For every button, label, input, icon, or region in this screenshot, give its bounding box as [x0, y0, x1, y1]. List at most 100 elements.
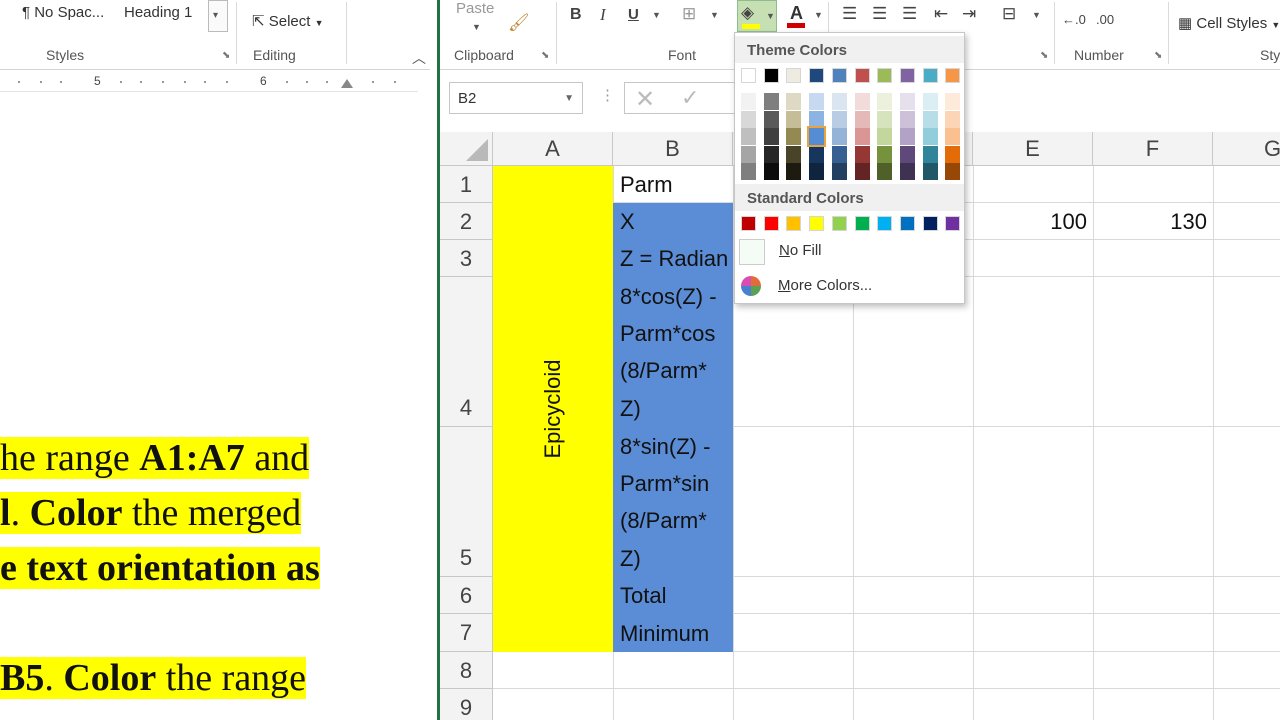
color-swatch[interactable]	[809, 93, 825, 110]
color-swatch[interactable]	[741, 145, 756, 163]
color-swatch[interactable]	[877, 145, 893, 163]
color-swatch[interactable]	[854, 68, 870, 83]
cell-b4-line[interactable]: 8*cos(Z) -	[620, 278, 717, 315]
cell-styles-button[interactable]: ▦ Cell Styles ▼	[1178, 14, 1280, 32]
color-swatch[interactable]	[741, 93, 756, 110]
color-swatch[interactable]	[786, 145, 802, 163]
standard-color-swatch[interactable]	[945, 216, 961, 231]
color-wheel-icon[interactable]	[741, 276, 761, 296]
row-header-4[interactable]: 4	[440, 277, 493, 427]
merge-center-icon[interactable]: ⊟	[1002, 4, 1016, 24]
cell-e2[interactable]: 100	[973, 203, 1087, 240]
chevron-down-icon[interactable]: ▼	[652, 10, 661, 20]
color-swatch[interactable]	[877, 128, 893, 145]
align-right-icon[interactable]: ☰	[902, 4, 917, 24]
color-swatch[interactable]	[786, 68, 802, 83]
cell-b4-line[interactable]: (8/Parm*	[620, 352, 707, 389]
name-box[interactable]: B2 ▼	[449, 82, 583, 114]
color-swatch[interactable]	[854, 110, 870, 128]
standard-color-swatch[interactable]	[831, 216, 847, 231]
style-no-spacing[interactable]: ¶ No Spac...	[22, 4, 104, 21]
right-indent-marker[interactable]	[341, 79, 353, 88]
color-swatch[interactable]	[877, 110, 893, 128]
cell-f2[interactable]: 130	[1093, 203, 1207, 240]
color-swatch[interactable]	[854, 128, 870, 145]
color-swatch[interactable]	[786, 163, 802, 180]
italic-icon[interactable]: I	[600, 5, 606, 25]
color-swatch[interactable]	[922, 163, 938, 180]
row-header-5[interactable]: 5	[440, 427, 493, 577]
decrease-indent-icon[interactable]: ⇤	[934, 4, 948, 24]
color-swatch[interactable]	[854, 163, 870, 180]
color-swatch[interactable]	[899, 93, 915, 110]
color-swatch[interactable]	[854, 145, 870, 163]
color-swatch[interactable]	[741, 163, 756, 180]
color-swatch[interactable]	[763, 68, 779, 83]
collapse-ribbon-icon[interactable]: ︿	[412, 48, 426, 68]
select-button[interactable]: ⇱ Select ▼	[252, 12, 324, 30]
color-swatch[interactable]	[922, 110, 938, 128]
color-swatch[interactable]	[831, 93, 847, 110]
color-swatch[interactable]	[899, 110, 915, 128]
standard-color-swatch[interactable]	[854, 216, 870, 231]
cell-b5-line[interactable]: 8*sin(Z) -	[620, 428, 710, 465]
standard-color-swatch[interactable]	[877, 216, 893, 231]
cell-b5-line[interactable]: Z)	[620, 540, 641, 577]
color-swatch[interactable]	[786, 110, 802, 128]
color-swatch[interactable]	[741, 68, 756, 83]
color-swatch[interactable]	[763, 163, 779, 180]
column-header-b[interactable]: B	[613, 132, 733, 166]
column-header-a[interactable]: A	[493, 132, 613, 166]
increase-decimal-icon[interactable]: ←.0	[1062, 10, 1086, 30]
color-swatch[interactable]	[831, 163, 847, 180]
enter-icon[interactable]: ✓	[681, 85, 699, 111]
color-swatch[interactable]	[922, 145, 938, 163]
color-swatch[interactable]	[786, 93, 802, 110]
color-swatch[interactable]	[831, 128, 847, 145]
color-swatch[interactable]	[899, 145, 915, 163]
select-all-corner[interactable]	[440, 132, 493, 166]
color-swatch[interactable]	[809, 163, 825, 180]
color-swatch[interactable]	[786, 128, 802, 145]
increase-indent-icon[interactable]: ⇥	[962, 4, 976, 24]
chevron-down-icon[interactable]: ▼	[710, 10, 719, 20]
color-swatch[interactable]	[945, 93, 961, 110]
row-header-1[interactable]: 1	[440, 166, 493, 203]
color-swatch[interactable]	[854, 93, 870, 110]
cancel-icon[interactable]: ✕	[635, 85, 655, 114]
color-swatch[interactable]	[899, 128, 915, 145]
bold-icon[interactable]: B	[570, 5, 582, 25]
color-swatch[interactable]	[831, 145, 847, 163]
more-colors-option[interactable]: More Colors...	[778, 277, 872, 294]
color-swatch[interactable]	[877, 163, 893, 180]
no-fill-option[interactable]: No Fill	[779, 242, 822, 259]
align-center-icon[interactable]: ☰	[872, 4, 887, 24]
style-heading-1[interactable]: Heading 1	[124, 4, 192, 21]
color-swatch[interactable]	[922, 128, 938, 145]
styles-more-button[interactable]: ▾	[208, 0, 228, 32]
cell-b6[interactable]: Total	[620, 577, 666, 614]
format-painter-icon[interactable]: 🖌	[508, 13, 530, 33]
cell-b4-line[interactable]: Parm*cos	[620, 315, 715, 352]
color-swatch[interactable]	[945, 163, 961, 180]
clipboard-launcher-icon[interactable]: ⬊	[541, 50, 549, 61]
no-fill-icon[interactable]	[739, 239, 765, 265]
row-header-9[interactable]: 9	[440, 689, 493, 720]
alignment-launcher-icon[interactable]: ⬊	[1040, 50, 1048, 61]
color-swatch[interactable]	[741, 110, 756, 128]
color-swatch[interactable]	[922, 93, 938, 110]
fill-color-button[interactable]: ◈ ▼	[737, 0, 777, 32]
row-header-2[interactable]: 2	[440, 203, 493, 240]
column-header-f[interactable]: F	[1093, 132, 1213, 166]
color-swatch[interactable]	[877, 93, 893, 110]
decrease-decimal-icon[interactable]: .00	[1096, 10, 1114, 30]
cell-b1[interactable]: Parm	[620, 166, 673, 203]
styles-launcher-icon[interactable]: ⬊	[222, 50, 230, 61]
color-swatch[interactable]	[922, 68, 938, 83]
standard-color-swatch[interactable]	[809, 216, 825, 231]
color-swatch[interactable]	[809, 145, 825, 163]
cell-b5-line[interactable]: Parm*sin	[620, 465, 709, 502]
chevron-down-icon[interactable]: ▼	[472, 22, 481, 32]
row-header-8[interactable]: 8	[440, 652, 493, 689]
standard-color-swatch[interactable]	[741, 216, 756, 231]
